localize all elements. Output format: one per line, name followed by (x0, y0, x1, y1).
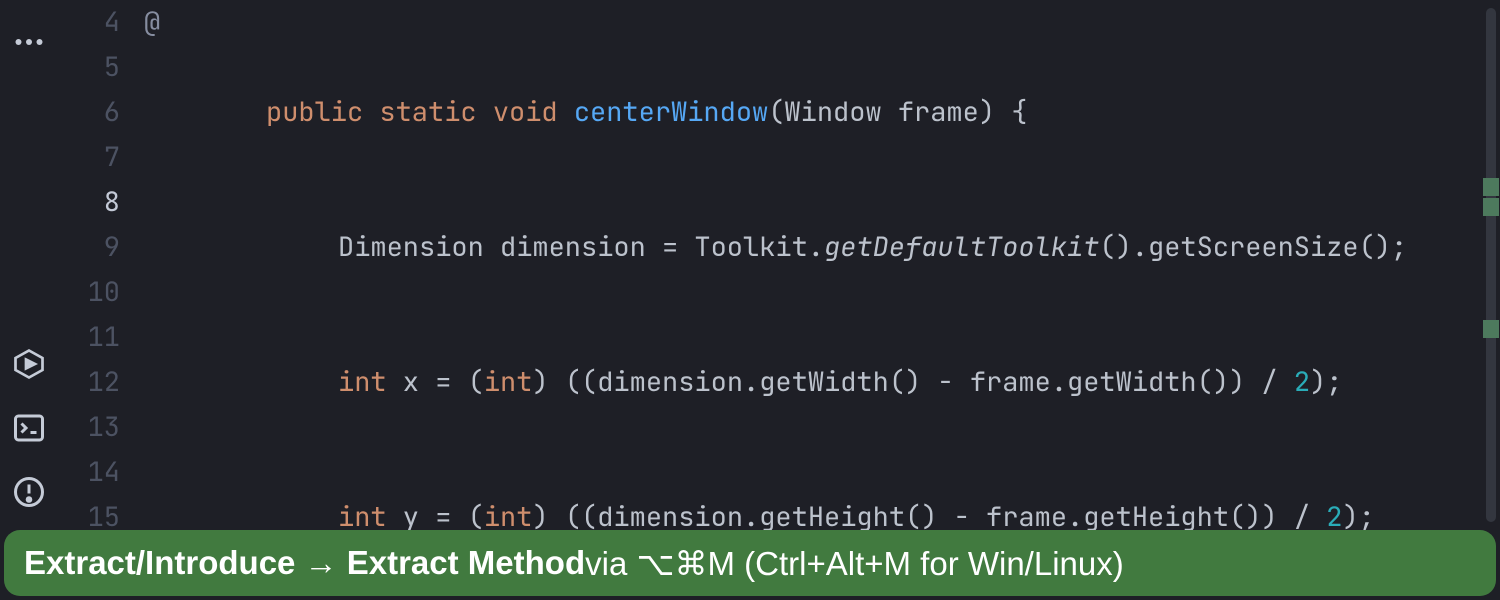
tip-text: via ⌥⌘M (Ctrl+Alt+M for Win/Linux) (585, 544, 1124, 583)
run-icon[interactable] (11, 346, 47, 382)
line-number: 6 (58, 90, 120, 135)
scrollbar-change-marker (1483, 178, 1499, 196)
gutter-marks: @ (138, 0, 208, 530)
code-line[interactable]: public static void centerWindow(Window f… (208, 90, 1482, 135)
line-number: 13 (58, 405, 120, 450)
line-number: 12 (58, 360, 120, 405)
tool-sidebar (0, 0, 58, 530)
line-number: 4 (58, 0, 120, 45)
code-content[interactable]: public static void centerWindow(Window f… (208, 0, 1482, 530)
line-number: 11 (58, 315, 120, 360)
scrollbar-change-marker (1483, 198, 1499, 216)
scrollbar-vertical[interactable] (1482, 0, 1500, 530)
tip-banner: Extract/Introduce → Extract Method via ⌥… (4, 530, 1496, 596)
line-number: 15 (58, 495, 120, 530)
line-number-active: 8 (58, 180, 120, 225)
line-number: 10 (58, 270, 120, 315)
code-editor[interactable]: 4 5 6 7 8 9 10 11 12 13 14 15 @ public s… (58, 0, 1500, 530)
line-number: 5 (58, 45, 120, 90)
line-number: 9 (58, 225, 120, 270)
more-icon[interactable] (11, 24, 47, 60)
line-gutter: 4 5 6 7 8 9 10 11 12 13 14 15 (58, 0, 138, 530)
terminal-icon[interactable] (11, 410, 47, 446)
code-line[interactable]: int y = (int) ((dimension.getHeight() - … (208, 495, 1482, 530)
code-line[interactable]: int x = (int) ((dimension.getWidth() - f… (208, 360, 1482, 405)
line-number: 7 (58, 135, 120, 180)
editor-area: 4 5 6 7 8 9 10 11 12 13 14 15 @ public s… (0, 0, 1500, 530)
problems-icon[interactable] (11, 474, 47, 510)
method-marker: @ (144, 0, 208, 45)
scrollbar-change-marker (1483, 320, 1499, 338)
line-number: 14 (58, 450, 120, 495)
code-line[interactable]: Dimension dimension = Toolkit.getDefault… (208, 225, 1482, 270)
tip-title: Extract/Introduce → Extract Method (24, 544, 585, 582)
